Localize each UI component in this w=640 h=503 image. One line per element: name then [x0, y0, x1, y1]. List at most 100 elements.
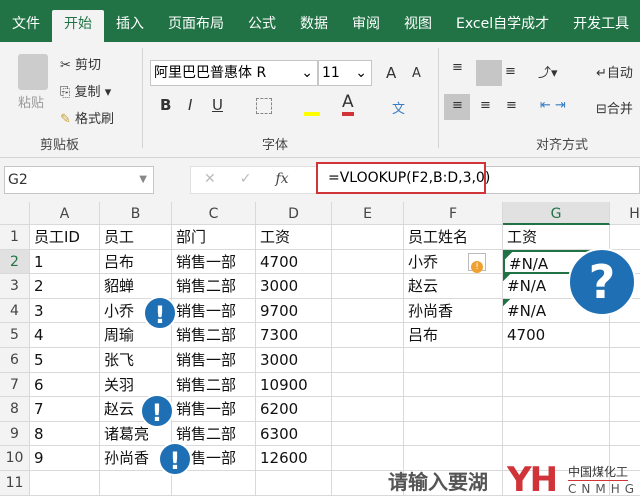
column-header-F[interactable]: F — [404, 202, 503, 225]
bold-button[interactable]: B — [160, 96, 171, 114]
tab-6[interactable]: 审阅 — [340, 10, 392, 42]
row-header[interactable]: 3 — [0, 274, 30, 299]
spreadsheet-grid[interactable]: A B C D E F G H 1 员工ID 员工 部门 工资 员工姓名 工资 2 1 吕布 销售一部 4700 小乔 #… — [0, 202, 640, 503]
cell-H8[interactable] — [610, 397, 640, 422]
cell-F7[interactable] — [404, 372, 503, 398]
underline-button[interactable]: U — [212, 96, 223, 114]
cell-C11[interactable] — [172, 471, 256, 496]
shrink-font-button[interactable]: A — [412, 66, 421, 81]
tab-4[interactable]: 公式 — [236, 10, 288, 42]
cell-F5[interactable]: 吕布 — [404, 323, 503, 348]
indent-icons[interactable]: ⇤ ⇥ — [540, 98, 566, 113]
cell-D4[interactable]: 9700 — [256, 298, 332, 324]
column-header-D[interactable]: D — [256, 202, 332, 225]
row-header[interactable]: 6 — [0, 348, 30, 373]
row-header[interactable]: 8 — [0, 397, 30, 422]
cell-C2[interactable]: 销售一部 — [172, 249, 256, 275]
column-header-E[interactable]: E — [332, 202, 404, 225]
cell-E8[interactable] — [332, 397, 404, 422]
cell-C9[interactable]: 销售二部 — [172, 421, 256, 447]
cancel-icon[interactable]: ✕ — [204, 171, 216, 187]
cell-A11[interactable] — [30, 471, 100, 496]
row-header[interactable]: 11 — [0, 471, 30, 496]
cell-B11[interactable] — [100, 471, 172, 496]
error-warning-button[interactable]: ! — [468, 253, 486, 273]
cut-button[interactable]: ✂ 剪切 — [60, 54, 101, 73]
cell-B7[interactable]: 关羽 — [100, 372, 172, 398]
cell-D2[interactable]: 4700 — [256, 249, 332, 275]
cell-C4[interactable]: 销售一部 — [172, 298, 256, 324]
font-size-select[interactable]: 11 ⌄ — [318, 60, 372, 86]
cell-E9[interactable] — [332, 421, 404, 447]
cell-C7[interactable]: 销售二部 — [172, 372, 256, 398]
cell-B6[interactable]: 张飞 — [100, 348, 172, 373]
grow-font-button[interactable]: A — [386, 64, 396, 82]
cell-A10[interactable]: 9 — [30, 446, 100, 471]
align-center-icon[interactable]: ≡ — [480, 98, 491, 113]
cell-H9[interactable] — [610, 422, 640, 447]
row-header[interactable]: 9 — [0, 421, 30, 447]
cell-A7[interactable]: 6 — [30, 372, 100, 398]
fill-color-icon[interactable] — [304, 96, 320, 116]
row-header[interactable]: 5 — [0, 323, 30, 348]
row-header[interactable]: 2 — [0, 249, 30, 275]
align-top-icon[interactable]: ≡ — [452, 60, 463, 75]
cell-C5[interactable]: 销售二部 — [172, 323, 256, 348]
phonetic-button[interactable]: 文 — [392, 98, 405, 117]
orientation-icon[interactable]: ⤴▾ — [538, 62, 558, 81]
cell-A5[interactable]: 4 — [30, 323, 100, 348]
cell-F8[interactable] — [404, 397, 503, 422]
cell-D3[interactable]: 3000 — [256, 274, 332, 299]
cell-D8[interactable]: 6200 — [256, 397, 332, 422]
cell-A8[interactable]: 7 — [30, 397, 100, 422]
enter-icon[interactable]: ✓ — [240, 171, 252, 187]
cell-E3[interactable] — [332, 274, 404, 299]
row-header[interactable]: 1 — [0, 225, 30, 250]
align-middle-button[interactable] — [476, 60, 502, 86]
column-header-C[interactable]: C — [172, 202, 256, 225]
cell-G9[interactable] — [503, 421, 610, 447]
formula-input[interactable]: =VLOOKUP(F2,B:D,3,0) — [316, 162, 490, 194]
column-header-B[interactable]: B — [100, 202, 172, 225]
cell-D10[interactable]: 12600 — [256, 446, 332, 471]
copy-button[interactable]: ⎘ 复制 ▾ — [60, 81, 111, 100]
cell-D11[interactable] — [256, 471, 332, 496]
cell-A4[interactable]: 3 — [30, 298, 100, 324]
align-bottom-icon[interactable]: ≡ — [505, 64, 516, 79]
font-color-button[interactable]: A — [342, 92, 354, 116]
tab-1[interactable]: 开始 — [52, 10, 104, 42]
cell-F3[interactable]: 赵云 — [404, 274, 503, 299]
cell-A6[interactable]: 5 — [30, 348, 100, 373]
borders-icon[interactable] — [256, 98, 272, 114]
cell-E6[interactable] — [332, 348, 404, 373]
tab-8[interactable]: Excel自学成才 — [444, 10, 561, 42]
column-header-G[interactable]: G — [503, 202, 610, 225]
cell-D5[interactable]: 7300 — [256, 323, 332, 348]
cell-F9[interactable] — [404, 421, 503, 447]
cell-H1[interactable] — [610, 225, 640, 250]
insert-function-button[interactable]: fx — [275, 171, 288, 187]
tab-9[interactable]: 开发工具 — [561, 10, 640, 42]
cell-F4[interactable]: 孙尚香 — [404, 298, 503, 324]
cell-C3[interactable]: 销售二部 — [172, 274, 256, 299]
cell-A1[interactable]: 员工ID — [30, 225, 100, 250]
cell-C1[interactable]: 部门 — [172, 225, 256, 250]
cell-A2[interactable]: 1 — [30, 249, 100, 275]
cell-F1[interactable]: 员工姓名 — [404, 225, 503, 250]
cell-G6[interactable] — [503, 348, 610, 373]
tab-5[interactable]: 数据 — [288, 10, 340, 42]
cell-H7[interactable] — [610, 373, 640, 398]
merge-button[interactable]: ⊟合并 — [596, 98, 633, 117]
font-name-select[interactable]: 阿里巴巴普惠体 R ⌄ — [150, 60, 318, 86]
cell-D9[interactable]: 6300 — [256, 421, 332, 447]
row-header[interactable]: 4 — [0, 298, 30, 324]
cell-B1[interactable]: 员工 — [100, 225, 172, 250]
cell-H6[interactable] — [610, 348, 640, 373]
select-all-corner[interactable] — [0, 202, 30, 225]
tab-2[interactable]: 插入 — [104, 10, 156, 42]
cell-D1[interactable]: 工资 — [256, 225, 332, 250]
paste-button[interactable]: 粘贴 — [18, 92, 44, 111]
align-right-icon[interactable]: ≡ — [506, 98, 517, 113]
row-header[interactable]: 10 — [0, 446, 30, 471]
cell-B2[interactable]: 吕布 — [100, 249, 172, 275]
